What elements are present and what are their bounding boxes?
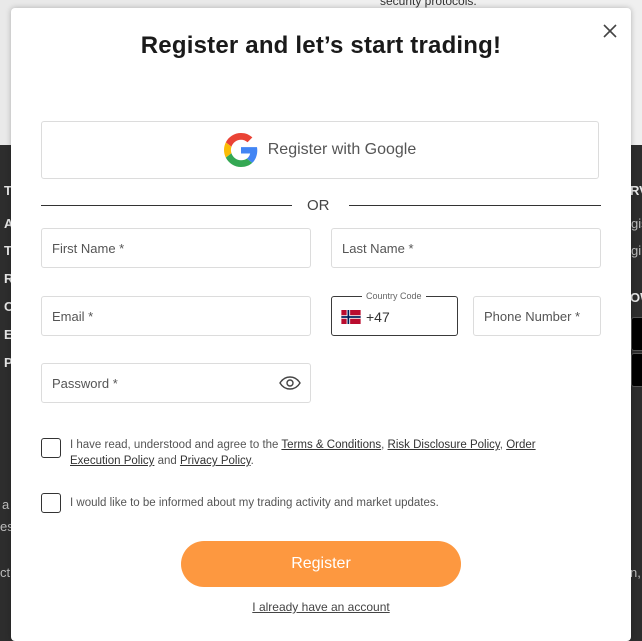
background-text: security protocols.: [380, 0, 477, 8]
terms-prefix: I have read, understood and agree to the: [70, 439, 282, 451]
or-label: OR: [307, 197, 330, 214]
background-fragment: ct: [0, 565, 11, 580]
terms-consent-text: I have read, understood and agree to the…: [70, 437, 570, 469]
first-name-field: [41, 228, 311, 268]
terms-consent-row: I have read, understood and agree to the…: [41, 438, 570, 469]
page: security protocols. T A T R C E P a es c…: [0, 0, 642, 641]
updates-checkbox[interactable]: [41, 493, 61, 513]
google-play-badge: [631, 353, 642, 387]
eye-icon[interactable]: [279, 376, 301, 390]
background-fragment: gi: [631, 243, 642, 258]
country-code-select[interactable]: Country Code +47: [331, 289, 458, 336]
country-code-label: Country Code: [362, 289, 426, 303]
register-with-google-label: Register with Google: [267, 141, 417, 158]
phone-number-input[interactable]: [474, 297, 600, 335]
last-name-input[interactable]: [332, 229, 600, 267]
terms-and: and: [154, 455, 180, 467]
background-fragment: RV: [630, 183, 642, 198]
register-modal: Register and let’s start trading! Regist…: [11, 8, 631, 641]
register-button[interactable]: Register: [181, 541, 461, 587]
privacy-policy-link[interactable]: Privacy Policy: [180, 455, 251, 467]
country-code-value: +47: [366, 309, 390, 325]
email-input[interactable]: [42, 297, 310, 335]
background-fragment: n,: [630, 565, 641, 580]
have-account-link[interactable]: I already have an account: [11, 600, 631, 614]
phone-number-field: [473, 296, 601, 336]
divider-line: [41, 205, 292, 206]
background-fragment: gis: [631, 216, 642, 231]
modal-title: Register and let’s start trading!: [140, 32, 502, 59]
terms-conditions-link[interactable]: Terms & Conditions: [281, 439, 381, 451]
app-store-badge: [631, 317, 642, 351]
divider-line: [349, 205, 601, 206]
updates-consent-row: I would like to be informed about my tra…: [41, 493, 570, 513]
background-fragment: OW: [630, 290, 642, 305]
risk-disclosure-link[interactable]: Risk Disclosure Policy: [388, 439, 500, 451]
updates-consent-text: I would like to be informed about my tra…: [70, 497, 439, 509]
password-input[interactable]: [42, 364, 310, 402]
last-name-field: [331, 228, 601, 268]
google-icon: [223, 133, 258, 167]
password-field: [41, 363, 311, 403]
register-with-google-button[interactable]: Register with Google: [41, 121, 599, 179]
terms-suffix: .: [250, 455, 254, 467]
norway-flag-icon: [341, 310, 361, 324]
background-fragment: a: [2, 497, 10, 512]
first-name-input[interactable]: [42, 229, 310, 267]
terms-checkbox[interactable]: [41, 438, 61, 458]
email-field: [41, 296, 311, 336]
or-divider: OR: [41, 196, 601, 216]
